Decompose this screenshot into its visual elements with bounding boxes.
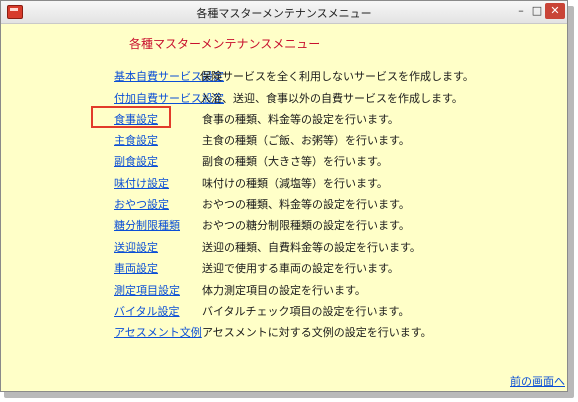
close-button[interactable]: ✕ (545, 3, 565, 19)
maximize-button[interactable]: □ (529, 3, 545, 19)
measurement-desc: 体力測定項目の設定を行います。 (202, 284, 366, 297)
staple-food-link[interactable]: 主食設定 (114, 134, 158, 148)
main-window: 各種マスターメンテナンスメニュー – □ ✕ 各種マスターメンテナンスメニュー … (0, 0, 568, 392)
minimize-button[interactable]: – (513, 3, 529, 19)
assessment-desc: アセスメントに対する文例の設定を行います。 (202, 326, 432, 339)
snack-link[interactable]: おやつ設定 (114, 198, 169, 212)
meal-settings-desc: 食事の種類、料金等の設定を行います。 (202, 113, 399, 126)
basic-self-pay-desc: 保険サービスを全く利用しないサービスを作成します。 (200, 70, 474, 83)
sugar-limit-link[interactable]: 糖分制限種類 (114, 219, 180, 233)
measurement-link[interactable]: 測定項目設定 (114, 284, 180, 298)
side-dish-link[interactable]: 副食設定 (114, 155, 158, 169)
transport-desc: 送迎の種類、自費料金等の設定を行います。 (202, 241, 421, 254)
vehicle-link[interactable]: 車両設定 (114, 262, 158, 276)
highlight-box (91, 106, 171, 128)
assessment-link[interactable]: アセスメント文例 (114, 326, 202, 340)
sugar-limit-desc: おやつの糖分制限種類の設定を行います。 (202, 219, 410, 232)
vehicle-desc: 送迎で使用する車両の設定を行います。 (202, 262, 399, 275)
seasoning-desc: 味付けの種類（減塩等）を行います。 (202, 177, 388, 190)
vital-desc: バイタルチェック項目の設定を行います。 (202, 305, 410, 318)
window-title: 各種マスターメンテナンスメニュー (196, 7, 372, 20)
staple-food-desc: 主食の種類（ご飯、お粥等）を行います。 (202, 134, 410, 147)
snack-desc: おやつの種類、料金等の設定を行います。 (202, 198, 410, 211)
vital-link[interactable]: バイタル設定 (114, 305, 180, 319)
seasoning-link[interactable]: 味付け設定 (114, 177, 169, 191)
back-link[interactable]: 前の画面へ (510, 373, 565, 389)
transport-link[interactable]: 送迎設定 (114, 241, 158, 255)
additional-self-pay-desc: 入浴、送迎、食事以外の自費サービスを作成します。 (200, 92, 463, 105)
page-heading: 各種マスターメンテナンスメニュー (129, 37, 321, 51)
title-bar: 各種マスターメンテナンスメニュー – □ ✕ (1, 1, 567, 24)
side-dish-desc: 副食の種類（大きさ等）を行います。 (202, 155, 388, 168)
